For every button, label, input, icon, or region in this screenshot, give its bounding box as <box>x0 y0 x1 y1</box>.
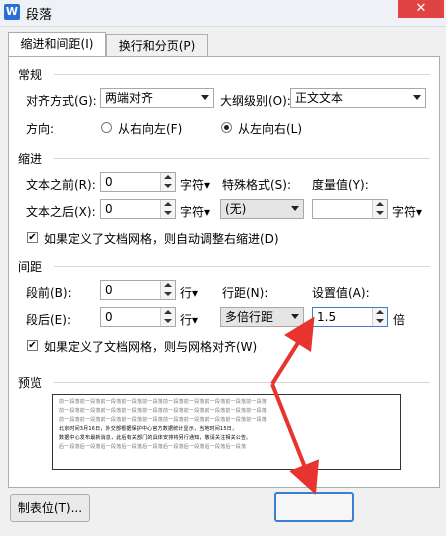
arrow-to-setting-value <box>270 316 315 386</box>
arrow-to-ok-button <box>270 383 319 495</box>
annotation-arrows <box>270 316 319 495</box>
